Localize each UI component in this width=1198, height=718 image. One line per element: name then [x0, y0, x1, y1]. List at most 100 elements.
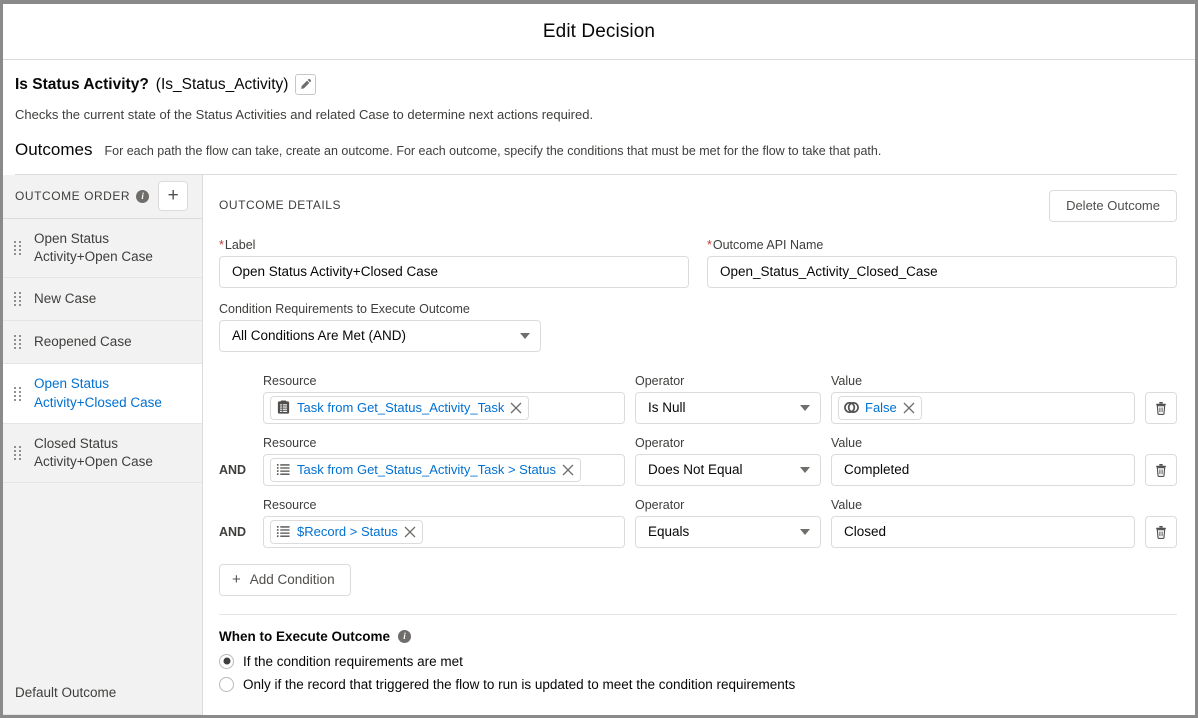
- operator-select[interactable]: Is Null: [635, 391, 821, 424]
- condition-row: AND Resource $Record > Status Operator Equal…: [219, 498, 1177, 548]
- outcomes-intro: Outcomes For each path the flow can take…: [15, 140, 1177, 175]
- delete-condition-button[interactable]: [1145, 391, 1177, 424]
- condition-row: Resource Task from Get_Status_Activity_Ta…: [219, 374, 1177, 424]
- value-pill-label: False: [865, 400, 897, 416]
- pencil-icon[interactable]: [295, 74, 317, 95]
- outcome-list: Open Status Activity+Open Case New Case Re…: [3, 219, 202, 672]
- condition-logic-prefix: AND: [219, 524, 247, 539]
- outcome-item-label: Closed Status Activity+Open Case: [34, 435, 153, 469]
- add-outcome-button[interactable]: +: [158, 181, 189, 212]
- value-input[interactable]: [831, 515, 1135, 548]
- api-name-field-group: *Outcome API Name: [707, 238, 1177, 288]
- when-to-execute-radio-option[interactable]: If the condition requirements are met: [219, 653, 1177, 669]
- resource-pill[interactable]: Task from Get_Status_Activity_Task: [270, 395, 530, 420]
- operator-label: Operator: [635, 497, 685, 512]
- label-field-text: Label: [224, 237, 256, 252]
- value-label: Value: [831, 435, 863, 450]
- sidebar-item-outcome[interactable]: Closed Status Activity+Open Case: [3, 424, 202, 484]
- close-icon[interactable]: [510, 402, 522, 414]
- drag-handle-icon[interactable]: [14, 335, 22, 350]
- radio-button[interactable]: [219, 676, 234, 692]
- required-indicator: *: [707, 237, 712, 252]
- operator-label: Operator: [635, 373, 685, 388]
- drag-handle-icon[interactable]: [14, 386, 22, 401]
- sidebar-item-outcome[interactable]: Reopened Case: [3, 321, 202, 365]
- outcome-item-label: Open Status Activity+Open Case: [34, 230, 153, 265]
- sidebar-item-default-outcome[interactable]: Default Outcome: [3, 672, 202, 715]
- condition-logic-prefix: AND: [219, 462, 247, 477]
- radio-label: Only if the record that triggered the fl…: [243, 676, 796, 692]
- sidebar-header: OUTCOME ORDER i +: [3, 175, 202, 219]
- picklist-icon: [276, 464, 290, 476]
- page-title: Edit Decision: [542, 20, 656, 42]
- sidebar-item-outcome[interactable]: Open Status Activity+Open Case: [3, 219, 202, 279]
- when-to-execute-radio-option[interactable]: Only if the record that triggered the fl…: [219, 676, 1177, 692]
- value-column: Value: [831, 498, 1177, 548]
- outcome-details-panel: OUTCOME DETAILS Delete Outcome *Label *O…: [203, 174, 1195, 715]
- resource-combobox[interactable]: Task from Get_Status_Activity_Task > Sta…: [263, 453, 625, 486]
- value-pill[interactable]: False: [838, 395, 922, 420]
- name-fields: *Label *Outcome API Name: [219, 238, 1177, 288]
- trash-icon: [1156, 525, 1166, 539]
- when-to-execute-title-row: When to Execute Outcome i: [219, 629, 1177, 644]
- resource-label: Resource: [263, 373, 317, 388]
- value-combobox[interactable]: False: [831, 391, 1135, 424]
- sidebar-item-outcome[interactable]: New Case: [3, 278, 202, 322]
- outcome-details-header: OUTCOME DETAILS Delete Outcome: [219, 175, 1177, 229]
- resource-pill-label: $Record > Status: [297, 524, 398, 540]
- radio-button[interactable]: [219, 653, 234, 669]
- label-input[interactable]: [219, 255, 689, 288]
- resource-label: Resource: [263, 435, 317, 450]
- value-row: [831, 453, 1177, 486]
- when-to-execute-section: When to Execute Outcome i If the conditi…: [219, 615, 1177, 692]
- value-input[interactable]: [831, 453, 1135, 486]
- close-icon[interactable]: [562, 464, 574, 476]
- picklist-icon: [276, 526, 290, 538]
- resource-combobox[interactable]: Task from Get_Status_Activity_Task: [263, 391, 625, 424]
- record-icon: [277, 400, 290, 414]
- operator-select[interactable]: Equals: [635, 515, 821, 548]
- value-row: False: [831, 391, 1177, 424]
- edit-decision-modal: Edit Decision Is Status Activity? (Is_St…: [0, 0, 1198, 718]
- operator-column: Operator Does Not Equal: [635, 436, 821, 486]
- close-icon[interactable]: [404, 526, 416, 538]
- condition-row: AND Resource Task from Get_Status_Activity…: [219, 436, 1177, 486]
- info-icon[interactable]: i: [398, 629, 412, 643]
- drag-handle-icon[interactable]: [14, 241, 22, 256]
- decision-label: Is Status Activity?: [15, 75, 149, 93]
- condition-requirements-select[interactable]: All Conditions Are Met (AND): [219, 319, 541, 352]
- condition-logic-prefix: [219, 415, 253, 424]
- sidebar-item-outcome[interactable]: Open Status Activity+Closed Case: [3, 364, 202, 424]
- required-indicator: *: [219, 237, 224, 252]
- delete-condition-button[interactable]: [1145, 453, 1177, 486]
- resource-column: Resource Task from Get_Status_Activity_Ta…: [263, 374, 625, 424]
- outcomes-heading: Outcomes: [15, 139, 93, 159]
- decision-info: Is Status Activity? (Is_Status_Activity)…: [3, 60, 1195, 175]
- decision-description: Checks the current state of the Status A…: [15, 107, 594, 122]
- outcome-api-name-input[interactable]: [707, 255, 1177, 288]
- resource-pill-label: Task from Get_Status_Activity_Task: [297, 400, 505, 416]
- operator-label: Operator: [635, 435, 685, 450]
- resource-pill[interactable]: $Record > Status: [270, 519, 423, 544]
- operator-column: Operator Is Null: [635, 374, 821, 424]
- when-to-execute-title: When to Execute Outcome: [219, 628, 391, 644]
- outcome-item-label: Reopened Case: [34, 334, 132, 350]
- value-label: Value: [831, 373, 863, 388]
- delete-outcome-button[interactable]: Delete Outcome: [1049, 189, 1177, 222]
- resource-pill[interactable]: Task from Get_Status_Activity_Task > Sta…: [270, 457, 582, 482]
- resource-combobox[interactable]: $Record > Status: [263, 515, 625, 548]
- outcome-order-sidebar: OUTCOME ORDER i + Open Status Activity+O…: [3, 174, 203, 715]
- info-icon[interactable]: i: [136, 189, 150, 203]
- close-icon[interactable]: [903, 402, 915, 414]
- operator-select[interactable]: Does Not Equal: [635, 453, 821, 486]
- drag-handle-icon[interactable]: [14, 292, 22, 307]
- drag-handle-icon[interactable]: [14, 445, 22, 460]
- delete-condition-button[interactable]: [1145, 515, 1177, 548]
- operator-select-wrap: Does Not Equal: [635, 453, 821, 486]
- value-label: Value: [831, 497, 863, 512]
- add-condition-button[interactable]: + Add Condition: [219, 563, 351, 596]
- label-field-group: *Label: [219, 238, 689, 288]
- outcome-item-label: Open Status Activity+Closed Case: [34, 376, 162, 410]
- decision-api-name: (Is_Status_Activity): [155, 75, 289, 93]
- operator-select-wrap: Is Null: [635, 391, 821, 424]
